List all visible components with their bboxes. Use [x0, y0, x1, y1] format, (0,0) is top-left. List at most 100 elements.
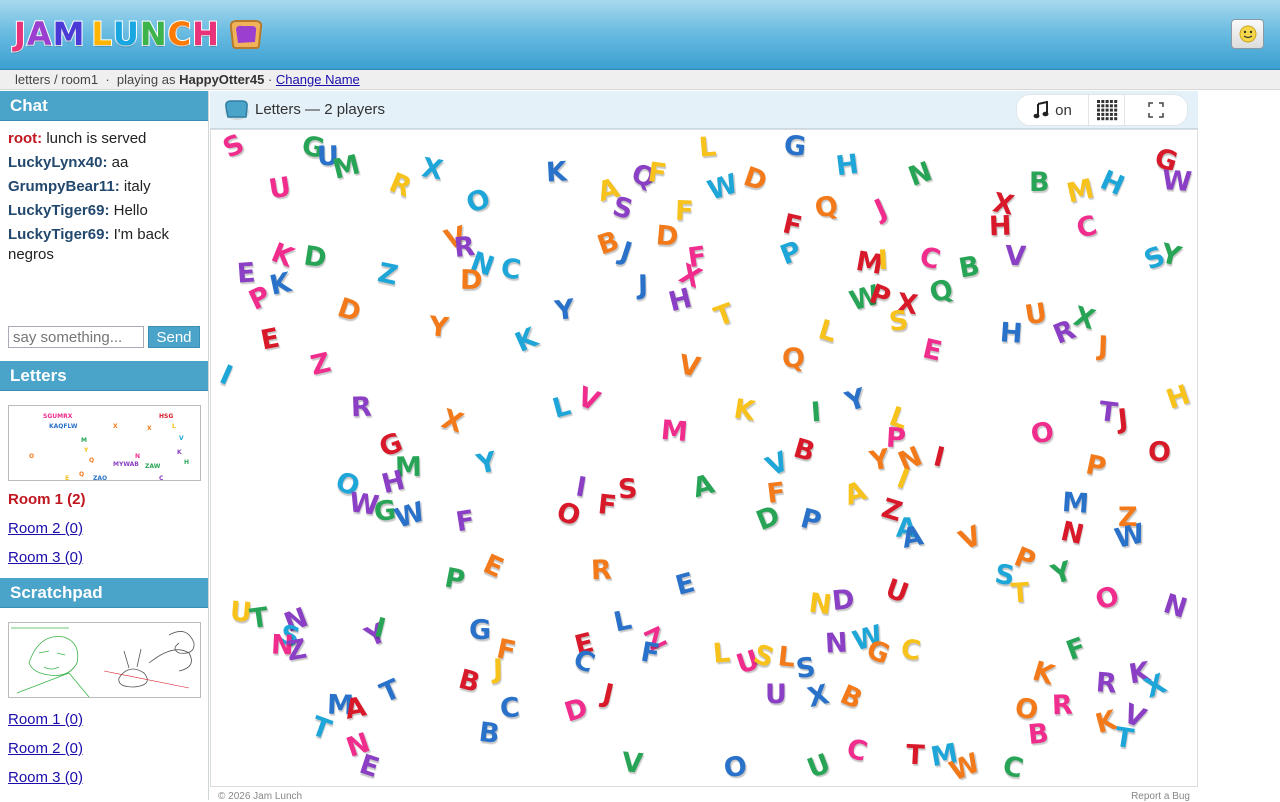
report-bug-link[interactable]: Report a Bug — [1131, 791, 1190, 802]
magnet-letter[interactable]: I — [930, 441, 947, 474]
magnet-letter[interactable]: Y — [867, 444, 892, 478]
magnet-letter[interactable]: R — [1051, 690, 1073, 722]
magnet-letter[interactable]: W — [1161, 165, 1193, 198]
magnet-letter[interactable]: E — [672, 567, 698, 602]
magnet-letter[interactable]: P — [776, 235, 806, 271]
magnet-letter[interactable]: S — [218, 130, 249, 165]
letters-room-1-link[interactable]: Room 1 (2) — [0, 490, 208, 510]
magnet-letter[interactable]: P — [442, 562, 467, 596]
magnet-letter[interactable]: S — [888, 305, 910, 338]
magnet-letter[interactable]: Y — [1158, 238, 1184, 273]
magnet-letter[interactable]: I — [810, 397, 822, 429]
magnet-letter[interactable]: U — [267, 171, 294, 205]
magnet-letter[interactable]: B — [1026, 718, 1050, 751]
jam-lunch-logo[interactable]: JAM LUNCH — [13, 14, 264, 54]
magnet-letter[interactable]: C — [1073, 210, 1100, 245]
magnet-letter[interactable]: Y — [1048, 556, 1076, 591]
magnet-letter[interactable]: U — [881, 573, 912, 610]
magnet-letter[interactable]: Q — [782, 345, 805, 372]
magnet-letter[interactable]: P — [797, 503, 824, 538]
magnet-letter[interactable]: Y — [553, 294, 576, 327]
magnet-letter[interactable]: R — [590, 555, 612, 587]
magnet-letter[interactable]: I — [215, 359, 237, 391]
magnet-letter[interactable]: H — [999, 317, 1024, 350]
magnet-letter[interactable]: O — [1029, 417, 1056, 451]
magnet-letter[interactable]: O — [1148, 437, 1171, 468]
magnet-letter[interactable]: L — [611, 605, 634, 639]
letters-room-2-link[interactable]: Room 2 (0) — [0, 519, 208, 539]
magnet-letter[interactable]: C — [916, 241, 944, 276]
magnet-letter[interactable]: M — [660, 415, 689, 448]
magnet-letter[interactable]: I — [573, 471, 588, 503]
magnet-letter[interactable]: F — [646, 157, 669, 190]
magnet-letter[interactable]: A — [342, 691, 368, 725]
magnet-letter[interactable]: U — [765, 681, 787, 708]
scratchpad-thumbnail[interactable] — [8, 622, 201, 698]
magnet-letter[interactable]: F — [1062, 632, 1090, 667]
magnet-letter[interactable]: T — [1097, 396, 1119, 429]
magnet-letter[interactable]: R — [452, 231, 476, 264]
magnet-letter[interactable]: V — [955, 520, 987, 557]
magnet-letter[interactable]: B — [594, 225, 624, 261]
magnet-letter[interactable]: V — [573, 381, 604, 418]
magnet-letter[interactable]: J — [616, 236, 635, 269]
magnet-letter[interactable]: Z — [284, 634, 309, 668]
letters-canvas[interactable]: SGUMRXKAQFLWDGHNGWUOSFQJFBMHXHCKDEVNCRBJ… — [210, 129, 1198, 787]
scratchpad-room-2-link[interactable]: Room 2 (0) — [0, 739, 208, 759]
magnet-letter[interactable]: R — [385, 167, 416, 204]
magnet-letter[interactable]: T — [248, 602, 271, 635]
magnet-letter[interactable]: N — [824, 627, 848, 659]
magnet-letter[interactable]: K — [1029, 656, 1058, 692]
magnet-letter[interactable]: T — [1113, 722, 1136, 756]
magnet-letter[interactable]: H — [988, 211, 1012, 243]
magnet-letter[interactable]: N — [807, 588, 833, 622]
magnet-letter[interactable]: Y — [427, 311, 450, 344]
magnet-letter[interactable]: V — [621, 747, 645, 780]
magnet-letter[interactable]: J — [1116, 404, 1129, 436]
scratchpad-room-1-link[interactable]: Room 1 (0) — [0, 710, 208, 730]
magnet-letter[interactable]: H — [1096, 165, 1129, 203]
magnet-letter[interactable]: X — [805, 679, 832, 714]
magnet-letter[interactable]: C — [899, 634, 923, 667]
magnet-letter[interactable]: L — [549, 390, 574, 424]
magnet-letter[interactable]: X — [1070, 301, 1098, 336]
chat-input[interactable] — [8, 326, 144, 348]
magnet-letter[interactable]: D — [302, 240, 329, 274]
magnet-letter[interactable]: E — [258, 323, 282, 357]
magnet-letter[interactable]: L — [712, 637, 732, 669]
magnet-letter[interactable]: K — [267, 267, 294, 302]
magnet-letter[interactable]: K — [545, 156, 568, 188]
magnet-letter[interactable]: I — [893, 463, 913, 496]
magnet-letter[interactable]: W — [391, 496, 429, 535]
magnet-letter[interactable]: I — [877, 245, 889, 276]
magnet-letter[interactable]: J — [870, 193, 892, 225]
magnet-letter[interactable]: X — [438, 404, 467, 440]
magnet-letter[interactable]: F — [596, 489, 618, 522]
magnet-letter[interactable]: H — [834, 149, 860, 183]
magnet-letter[interactable]: F — [638, 637, 662, 671]
magnet-letter[interactable]: X — [419, 152, 445, 186]
magnet-letter[interactable]: J — [493, 654, 504, 685]
letters-thumbnail[interactable]: SGUMRX KAQFLW MYQ MYWAB N ZAW HSG L V KHX XOQ… — [8, 405, 201, 481]
send-button[interactable]: Send — [148, 326, 200, 348]
magnet-letter[interactable]: V — [761, 446, 793, 483]
magnet-letter[interactable]: S — [617, 474, 638, 506]
magnet-letter[interactable]: O — [1092, 580, 1124, 617]
magnet-letter[interactable]: B — [790, 433, 818, 468]
magnet-letter[interactable]: H — [1163, 379, 1194, 416]
magnet-letter[interactable]: K — [732, 394, 758, 428]
magnet-letter[interactable]: C — [1000, 750, 1027, 785]
magnet-letter[interactable]: T — [307, 711, 335, 746]
magnet-letter[interactable]: G — [782, 130, 807, 163]
magnet-letter[interactable]: D — [830, 584, 856, 617]
grid-toggle[interactable] — [1089, 95, 1125, 125]
magnet-letter[interactable]: O — [553, 496, 585, 533]
magnet-letter[interactable]: O — [722, 751, 749, 785]
magnet-letter[interactable]: N — [904, 156, 936, 193]
change-name-link[interactable]: Change Name — [276, 72, 360, 87]
magnet-letter[interactable]: E — [478, 549, 507, 585]
magnet-letter[interactable]: X — [675, 258, 706, 295]
magnet-letter[interactable]: M — [330, 149, 364, 186]
magnet-letter[interactable]: O — [462, 183, 495, 220]
magnet-letter[interactable]: N — [1160, 588, 1191, 624]
